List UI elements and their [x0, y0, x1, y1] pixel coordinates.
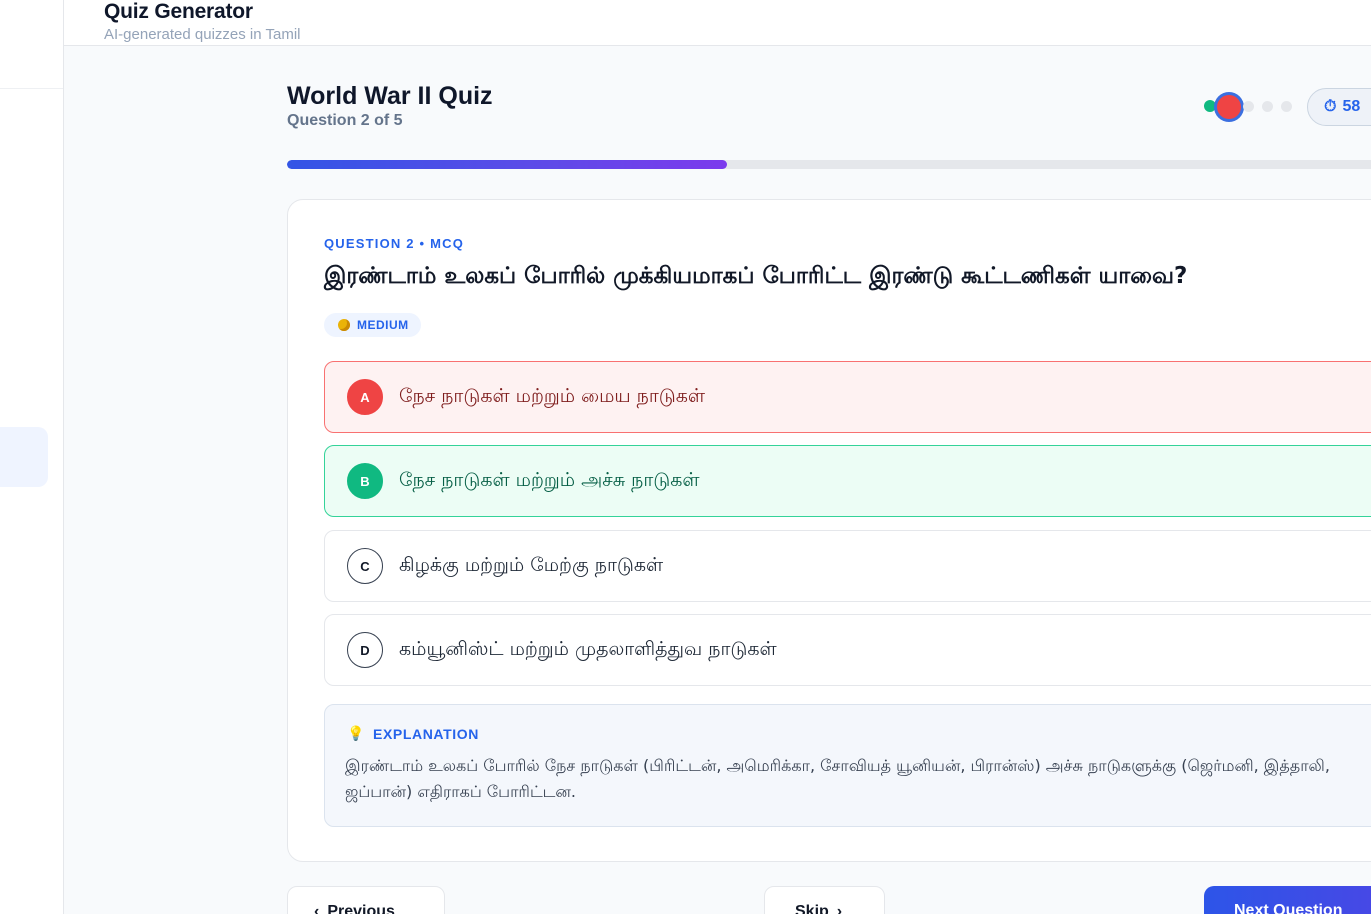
top-bar: Quiz Generator AI-generated quizzes in T…	[64, 0, 1371, 46]
sidebar	[0, 0, 64, 914]
progress-bar	[287, 160, 1371, 169]
stopwatch-icon: ⏱	[1324, 98, 1337, 115]
option-c[interactable]: C கிழக்கு மற்றும் மேற்கு நாடுகள்	[324, 530, 1371, 602]
progress-dot-4[interactable]	[1262, 101, 1273, 112]
explanation-text: இரண்டாம் உலகப் போரில் நேச நாடுகள் (பிரிட…	[345, 756, 1330, 801]
option-text: நேச நாடுகள் மற்றும் அச்சு நாடுகள்	[399, 468, 700, 491]
previous-label: Previous	[327, 903, 395, 914]
question-card: QUESTION 2 • MCQ இரண்டாம் உலகப் போரில் ம…	[287, 199, 1371, 862]
progress-dot-5[interactable]	[1281, 101, 1292, 112]
option-text: நேச நாடுகள் மற்றும் மைய நாடுகள்	[399, 384, 706, 407]
progress-dot-3[interactable]	[1243, 101, 1254, 112]
option-b[interactable]: B நேச நாடுகள் மற்றும் அச்சு நாடுகள்	[324, 445, 1371, 517]
option-letter: B	[347, 463, 383, 499]
medium-dot-icon	[338, 319, 350, 331]
progress-bar-fill	[287, 160, 727, 169]
chevron-right-icon: ›	[836, 903, 843, 914]
option-letter: A	[347, 379, 383, 415]
option-letter: C	[347, 548, 383, 584]
sidebar-active-item[interactable]	[0, 427, 48, 487]
explanation-box: 💡 EXPLANATION இரண்டாம் உலகப் போரில் நேச …	[324, 704, 1371, 827]
progress-dot-2[interactable]	[1217, 95, 1241, 119]
question-counter: Question 2 of 5	[287, 112, 403, 129]
timer-value: 58	[1342, 98, 1361, 115]
app-title: Quiz Generator	[104, 0, 253, 23]
next-question-label: Next Question	[1234, 902, 1343, 914]
option-text: கிழக்கு மற்றும் மேற்கு நாடுகள்	[399, 553, 664, 576]
question-progress-dots	[1204, 94, 1300, 119]
option-text: கம்யூனிஸ்ட் மற்றும் முதலாளித்துவ நாடுகள்	[399, 637, 777, 660]
explanation-label: EXPLANATION	[373, 725, 479, 742]
app-subtitle: AI-generated quizzes in Tamil	[104, 26, 301, 43]
previous-button[interactable]: ‹ Previous	[287, 886, 445, 914]
timer-badge: ⏱ 58	[1307, 88, 1371, 126]
option-d[interactable]: D கம்யூனிஸ்ட் மற்றும் முதலாளித்துவ நாடுக…	[324, 614, 1371, 686]
quiz-title: World War II Quiz	[287, 82, 493, 110]
difficulty-badge: MEDIUM	[324, 313, 421, 337]
lightbulb-icon: 💡	[347, 725, 366, 741]
difficulty-label: MEDIUM	[357, 318, 409, 332]
question-meta: QUESTION 2 • MCQ	[324, 236, 465, 251]
skip-button[interactable]: Skip ›	[764, 886, 885, 914]
explanation-header: 💡 EXPLANATION	[347, 725, 479, 742]
skip-label: Skip	[795, 903, 829, 914]
option-a[interactable]: A நேச நாடுகள் மற்றும் மைய நாடுகள்	[324, 361, 1371, 433]
chevron-left-icon: ‹	[314, 903, 320, 914]
next-question-button[interactable]: Next Question	[1204, 886, 1371, 914]
option-letter: D	[347, 632, 383, 668]
progress-dot-1[interactable]	[1204, 100, 1216, 112]
sidebar-divider	[0, 88, 63, 89]
question-text: இரண்டாம் உலகப் போரில் முக்கியமாகப் போரிட…	[324, 263, 1188, 289]
